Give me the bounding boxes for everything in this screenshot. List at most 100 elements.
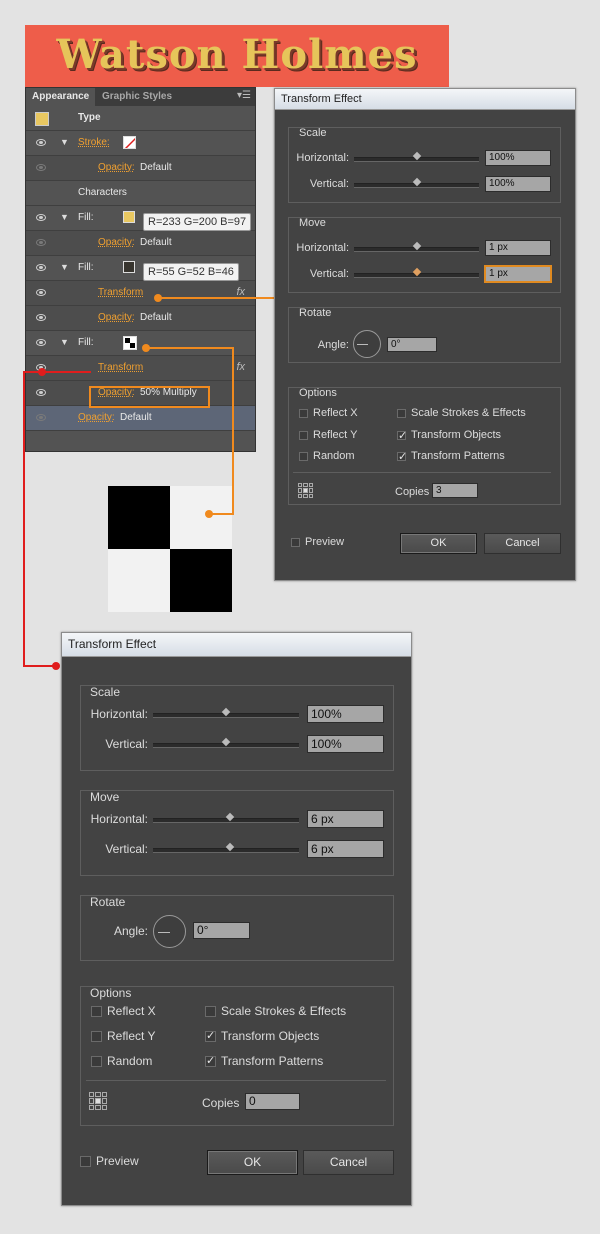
visibility-eye-icon[interactable] [36, 139, 46, 146]
visibility-eye-icon[interactable] [36, 214, 46, 221]
row-label-opacity[interactable]: Opacity: [98, 237, 135, 248]
rotate-title: Rotate [299, 307, 332, 319]
expand-triangle-icon[interactable]: ▼ [60, 137, 69, 147]
reflect-y-checkbox[interactable] [299, 431, 308, 440]
appearance-row-type[interactable]: Type [26, 106, 255, 131]
preview-checkbox[interactable] [80, 1156, 91, 1167]
visibility-eye-icon[interactable] [36, 314, 46, 321]
fx-icon[interactable]: fx [236, 361, 245, 373]
appearance-row-opacity[interactable]: Opacity: Default [26, 156, 255, 181]
tab-graphic-styles[interactable]: Graphic Styles [96, 88, 178, 106]
cancel-button[interactable]: Cancel [303, 1150, 394, 1175]
angle-dial[interactable] [353, 330, 381, 358]
tab-appearance[interactable]: Appearance [26, 88, 96, 106]
reflect-x-checkbox[interactable] [299, 409, 308, 418]
reference-point-icon[interactable] [89, 1092, 107, 1110]
scale-vertical-label: Vertical: [309, 178, 349, 190]
ok-button[interactable]: OK [400, 533, 477, 554]
visibility-eye-icon[interactable] [36, 164, 46, 171]
appearance-row-opacity[interactable]: Opacity: Default [26, 231, 255, 256]
row-label-fill: Fill: [78, 212, 94, 223]
checker-pattern-swatch-icon[interactable] [123, 336, 137, 350]
expand-triangle-icon[interactable]: ▼ [60, 262, 69, 272]
scale-horizontal-slider[interactable] [153, 707, 299, 718]
no-stroke-swatch-icon[interactable] [123, 136, 136, 149]
angle-input[interactable]: 0° [387, 337, 437, 352]
expand-triangle-icon[interactable]: ▼ [60, 337, 69, 347]
row-label-opacity[interactable]: Opacity: [98, 312, 135, 323]
appearance-row-transform[interactable]: Transform fx [26, 356, 255, 381]
reference-point-icon[interactable] [298, 483, 313, 498]
move-vertical-input[interactable]: 1 px [485, 266, 551, 282]
visibility-eye-icon[interactable] [36, 414, 46, 421]
row-label-transform[interactable]: Transform [98, 287, 143, 298]
visibility-eye-icon[interactable] [36, 239, 46, 246]
copies-input[interactable]: 0 [245, 1093, 300, 1110]
scale-vertical-slider[interactable] [354, 177, 479, 188]
appearance-row-opacity-object[interactable]: Opacity: Default [26, 406, 255, 431]
options-separator [293, 472, 551, 473]
connector-dot [142, 344, 150, 352]
scale-horizontal-input[interactable]: 100% [307, 705, 384, 723]
random-checkbox[interactable] [91, 1056, 102, 1067]
row-value-opacity: Default [120, 412, 152, 423]
move-vertical-input[interactable]: 6 px [307, 840, 384, 858]
preview-checkbox[interactable] [291, 538, 300, 547]
move-horizontal-input[interactable]: 1 px [485, 240, 551, 256]
row-label-opacity[interactable]: Opacity: [78, 412, 115, 423]
scale-strokes-checkbox[interactable] [205, 1006, 216, 1017]
appearance-row-stroke[interactable]: ▼ Stroke: [26, 131, 255, 156]
move-horizontal-input[interactable]: 6 px [307, 810, 384, 828]
transform-objects-label: Transform Objects [411, 429, 502, 441]
copies-label: Copies [395, 486, 430, 498]
angle-label: Angle: [113, 924, 148, 938]
angle-dial[interactable] [153, 915, 186, 948]
transform-objects-checkbox[interactable] [205, 1029, 216, 1042]
appearance-row-transform[interactable]: Transform fx [26, 281, 255, 306]
connector-dot [154, 294, 162, 302]
transform-objects-checkbox[interactable] [397, 429, 407, 442]
scale-strokes-checkbox[interactable] [397, 409, 406, 418]
row-label-fill: Fill: [78, 262, 94, 273]
move-vertical-slider[interactable] [153, 842, 299, 853]
highlight-box [89, 386, 210, 408]
scale-horizontal-slider[interactable] [354, 151, 479, 162]
scale-vertical-input[interactable]: 100% [307, 735, 384, 753]
move-horizontal-slider[interactable] [153, 812, 299, 823]
visibility-eye-icon[interactable] [36, 389, 46, 396]
row-label-stroke[interactable]: Stroke: [78, 137, 110, 148]
ok-button[interactable]: OK [207, 1150, 298, 1175]
transform-patterns-checkbox[interactable] [205, 1054, 216, 1067]
move-horizontal-slider[interactable] [354, 241, 479, 252]
angle-input[interactable]: 0° [193, 922, 250, 939]
appearance-row-opacity[interactable]: Opacity: Default [26, 306, 255, 331]
reflect-x-checkbox[interactable] [91, 1006, 102, 1017]
fill-swatch-yellow[interactable] [123, 211, 135, 223]
random-checkbox[interactable] [299, 452, 308, 461]
appearance-row-characters[interactable]: Characters [26, 181, 255, 206]
scale-vertical-slider[interactable] [153, 737, 299, 748]
move-vertical-label: Vertical: [309, 268, 349, 280]
row-label-opacity[interactable]: Opacity: [98, 162, 135, 173]
visibility-eye-icon[interactable] [36, 289, 46, 296]
checker-tile-white [170, 486, 232, 549]
expand-triangle-icon[interactable]: ▼ [60, 212, 69, 222]
scale-horizontal-input[interactable]: 100% [485, 150, 551, 166]
move-vertical-slider[interactable] [354, 267, 479, 278]
panel-menu-icon[interactable]: ▾☰ [237, 90, 251, 101]
cancel-button[interactable]: Cancel [484, 533, 561, 554]
row-label-transform[interactable]: Transform [98, 362, 143, 373]
preview-label: Preview [305, 536, 345, 548]
visibility-eye-icon[interactable] [36, 264, 46, 271]
copies-input[interactable]: 3 [432, 483, 478, 498]
banner-title: Watson Holmes [56, 31, 418, 78]
fill-swatch-dark[interactable] [123, 261, 135, 273]
transform-patterns-checkbox[interactable] [397, 450, 407, 463]
appearance-row-fill-pattern[interactable]: ▼ Fill: [26, 331, 255, 356]
reflect-y-checkbox[interactable] [91, 1031, 102, 1042]
visibility-eye-icon[interactable] [36, 339, 46, 346]
move-title: Move [90, 790, 120, 804]
scale-vertical-input[interactable]: 100% [485, 176, 551, 192]
random-label: Random [313, 450, 355, 462]
connector-line [232, 347, 234, 514]
